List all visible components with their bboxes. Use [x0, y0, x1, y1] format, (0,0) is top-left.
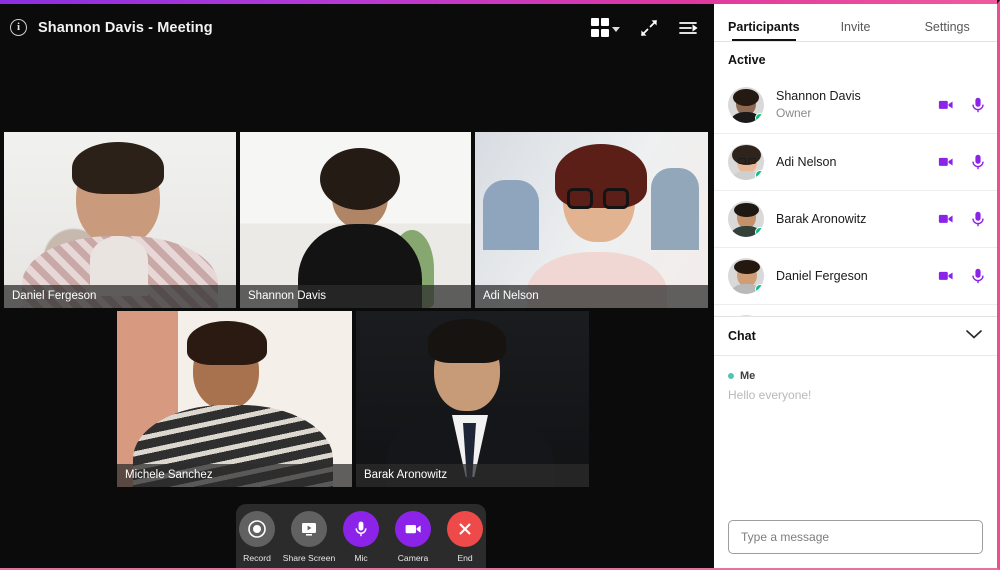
- collapse-panel-button[interactable]: [678, 19, 700, 37]
- chevron-down-icon[interactable]: [965, 327, 983, 345]
- avatar: [728, 315, 764, 316]
- avatar: [728, 86, 764, 123]
- participant-name: Shannon Davis: [776, 89, 861, 103]
- microphone-icon[interactable]: [971, 153, 985, 171]
- meeting-controls-bar: Record Share Screen Mic Camera End: [236, 504, 486, 568]
- video-feed: [240, 132, 471, 308]
- online-indicator: [755, 170, 764, 180]
- control-label: End: [457, 553, 473, 563]
- share-screen-button[interactable]: Share Screen: [283, 511, 335, 563]
- microphone-icon[interactable]: [971, 210, 985, 228]
- control-label: Camera: [397, 553, 429, 563]
- participant-role: Owner: [776, 106, 812, 120]
- tab-participants[interactable]: Participants: [718, 20, 810, 41]
- chevron-down-icon: [612, 26, 620, 32]
- tab-label: Participants: [728, 20, 800, 34]
- grid-layout-icon: [590, 18, 609, 37]
- meeting-topbar: i Shannon Davis - Meeting: [0, 4, 714, 51]
- avatar: [728, 258, 764, 294]
- participant-name: Barak Aronowitz: [776, 212, 867, 226]
- online-indicator: [755, 284, 764, 294]
- online-indicator: [755, 227, 764, 237]
- mic-button[interactable]: Mic: [340, 511, 382, 563]
- message-text: Hello everyone!: [728, 388, 812, 402]
- video-tile[interactable]: Barak Aronowitz: [356, 311, 589, 487]
- control-label: Record: [243, 553, 271, 563]
- message-author: Me: [740, 370, 756, 382]
- tab-invite[interactable]: Invite: [810, 20, 902, 41]
- camera-icon[interactable]: [937, 154, 955, 170]
- camera-icon[interactable]: [937, 97, 955, 113]
- control-label: Share Screen: [282, 553, 336, 563]
- camera-icon: [405, 525, 421, 534]
- chat-section-header[interactable]: Chat: [714, 316, 997, 356]
- video-tile-name: Michele Sanchez: [117, 464, 352, 487]
- video-feed: [356, 311, 589, 487]
- participants-section-title: Active: [728, 53, 766, 67]
- panel-tabs: Participants Invite Settings: [714, 4, 997, 42]
- collapse-panel-icon: [679, 21, 698, 34]
- close-icon: [459, 523, 471, 535]
- video-tile-name: Shannon Davis: [240, 285, 471, 308]
- video-tile-name: Adi Nelson: [475, 285, 708, 308]
- meeting-app-window: i Shannon Davis - Meeting Daniel Fergeso…: [0, 0, 1000, 570]
- record-icon: [248, 520, 266, 538]
- camera-icon[interactable]: [937, 268, 955, 284]
- video-tile[interactable]: Michele Sanchez: [117, 311, 352, 487]
- record-button[interactable]: Record: [236, 511, 278, 563]
- fullscreen-button[interactable]: [639, 18, 659, 38]
- chat-messages: Me Hello everyone!: [714, 356, 997, 520]
- avatar: [728, 144, 764, 180]
- page-title: Shannon Davis - Meeting: [38, 19, 213, 36]
- right-panel: Participants Invite Settings Active Shan…: [714, 4, 997, 568]
- chat-message: Me Hello everyone!: [728, 370, 983, 402]
- microphone-icon[interactable]: [971, 267, 985, 285]
- camera-icon[interactable]: [937, 211, 955, 227]
- video-tile[interactable]: Adi Nelson: [475, 132, 708, 308]
- expand-icon: [641, 19, 657, 36]
- share-screen-icon: [302, 523, 316, 536]
- video-tile-name: Barak Aronowitz: [356, 464, 589, 487]
- video-tile-name: Daniel Fergeson: [4, 285, 236, 308]
- tab-label: Invite: [840, 20, 871, 34]
- participants-list: Shannon Davis Owner Adi Nelson Barak Aro…: [714, 76, 997, 316]
- info-icon[interactable]: i: [10, 19, 27, 36]
- list-item[interactable]: Shannon Davis Owner: [714, 76, 997, 133]
- end-call-button[interactable]: End: [444, 511, 486, 563]
- list-item[interactable]: Barak Aronowitz: [714, 190, 997, 247]
- chat-title: Chat: [728, 329, 756, 343]
- chat-message-input[interactable]: [728, 520, 983, 554]
- topbar-actions: [590, 18, 701, 38]
- list-item[interactable]: Adi Nelson: [714, 133, 997, 190]
- microphone-icon: [355, 521, 367, 537]
- tab-label: Settings: [924, 20, 970, 34]
- grid-layout-button[interactable]: [590, 18, 620, 37]
- list-item[interactable]: [714, 304, 997, 316]
- online-indicator: [755, 112, 764, 123]
- online-indicator: [728, 373, 734, 379]
- participant-name: Daniel Fergeson: [776, 269, 868, 283]
- video-feed: [4, 132, 236, 308]
- control-label: Mic: [354, 553, 368, 563]
- video-stage: i Shannon Davis - Meeting Daniel Fergeso…: [0, 4, 714, 568]
- list-item[interactable]: Daniel Fergeson: [714, 247, 997, 304]
- video-feed: [117, 311, 352, 487]
- camera-button[interactable]: Camera: [392, 511, 434, 563]
- avatar: [728, 201, 764, 237]
- tab-settings[interactable]: Settings: [901, 20, 993, 41]
- participant-name: Adi Nelson: [776, 155, 837, 169]
- chat-input-container: [714, 520, 997, 568]
- video-tile[interactable]: Daniel Fergeson: [4, 132, 236, 308]
- video-feed: [475, 132, 708, 308]
- video-tile[interactable]: Shannon Davis: [240, 132, 471, 308]
- microphone-icon[interactable]: [971, 96, 985, 114]
